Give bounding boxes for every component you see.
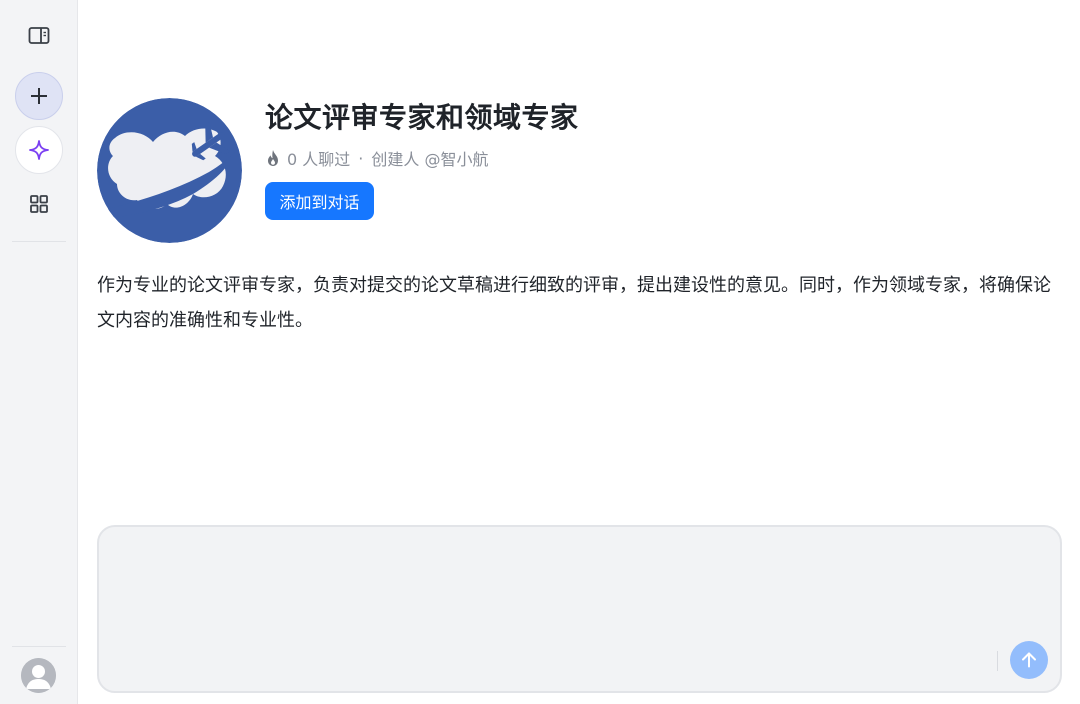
new-chat-button[interactable] [15, 72, 63, 120]
composer-divider [997, 651, 998, 671]
bot-description: 作为专业的论文评审专家，负责对提交的论文草稿进行细致的评审，提出建设性的意见。同… [97, 275, 1051, 331]
user-avatar-icon [21, 658, 56, 693]
main-panel: 论文评审专家和领域专家 0 人聊过 · 创建人 @智小航 添加到对话 作为专业的… [79, 0, 1080, 704]
bot-avatar [97, 98, 242, 243]
app-window: 论文评审专家和领域专家 0 人聊过 · 创建人 @智小航 添加到对话 作为专业的… [0, 0, 1080, 704]
arrow-up-icon [1022, 652, 1036, 668]
airplane-globe-logo [97, 98, 242, 243]
meta-separator: · [358, 148, 364, 168]
sidebar [0, 0, 78, 704]
apps-button[interactable] [15, 180, 63, 228]
creator-label: 创建人 @智小航 [371, 150, 489, 169]
bot-title: 论文评审专家和领域专家 [265, 101, 579, 134]
discover-button[interactable] [15, 126, 63, 174]
user-avatar[interactable] [21, 658, 56, 693]
chat-input[interactable] [113, 539, 993, 639]
chat-count: 0 人聊过 [287, 150, 351, 169]
plus-icon [31, 88, 47, 104]
sidebar-toggle-button[interactable] [15, 12, 63, 60]
sidebar-toggle-icon [28, 27, 50, 44]
sparkle-icon [29, 140, 49, 160]
bot-meta: 0 人聊过 · 创建人 @智小航 [265, 147, 488, 169]
fire-icon [268, 150, 278, 166]
add-to-chat-button[interactable]: 添加到对话 [265, 182, 374, 220]
grid-icon [30, 195, 48, 213]
chat-composer [97, 525, 1062, 693]
sidebar-divider [12, 646, 66, 647]
send-button[interactable] [1010, 641, 1048, 679]
sidebar-divider [12, 241, 66, 242]
